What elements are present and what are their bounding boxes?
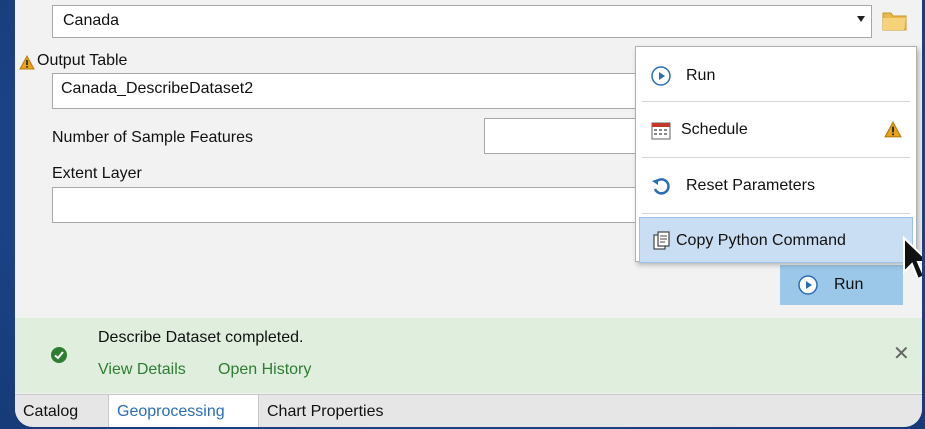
status-message: Describe Dataset completed. <box>98 329 304 346</box>
menu-separator <box>642 213 910 214</box>
menu-item-label: Reset Parameters <box>686 177 815 194</box>
geoprocessing-pane: Canada Output Table Canada_DescribeDatas… <box>15 0 922 427</box>
folder-icon[interactable] <box>882 9 908 31</box>
run-button-label: Run <box>834 276 864 293</box>
pane-tabs: Catalog Geoprocessing Chart Properties <box>15 394 922 427</box>
extent-layer-label: Extent Layer <box>52 165 142 182</box>
menu-separator <box>642 157 910 158</box>
chevron-down-icon[interactable] <box>857 16 865 22</box>
menu-separator <box>642 101 910 102</box>
menu-item-copy-python-command[interactable]: Copy Python Command <box>639 217 913 263</box>
warning-icon <box>19 55 35 70</box>
tab-geoprocessing[interactable]: Geoprocessing <box>109 395 259 427</box>
open-history-link[interactable]: Open History <box>218 361 311 379</box>
menu-item-label: Copy Python Command <box>676 232 846 249</box>
input-dataset-value: Canada <box>63 12 120 29</box>
menu-item-label: Run <box>686 67 716 84</box>
tab-catalog[interactable]: Catalog <box>15 395 109 427</box>
status-notification: Describe Dataset completed. View Details… <box>15 318 922 393</box>
close-icon[interactable]: ✕ <box>893 341 910 366</box>
run-context-menu: Run Schedule Reset Parameters Copy Pytho… <box>635 46 917 263</box>
warning-icon <box>884 121 902 138</box>
output-table-value: Canada_DescribeDataset2 <box>61 80 254 97</box>
view-details-link[interactable]: View Details <box>98 361 186 379</box>
run-icon <box>798 275 818 295</box>
reset-icon <box>652 178 670 195</box>
sample-features-label: Number of Sample Features <box>52 129 253 146</box>
menu-item-schedule[interactable]: Schedule <box>639 107 913 153</box>
output-table-input[interactable]: Canada_DescribeDataset2 <box>52 73 652 109</box>
mouse-cursor-icon <box>903 236 922 281</box>
output-table-label: Output Table <box>37 52 128 69</box>
sample-features-input[interactable] <box>484 118 652 154</box>
input-dataset-combobox[interactable]: Canada <box>52 5 872 38</box>
menu-item-label: Schedule <box>681 121 748 138</box>
run-button[interactable]: Run <box>780 265 903 305</box>
menu-item-reset-parameters[interactable]: Reset Parameters <box>639 163 913 209</box>
copy-icon <box>653 231 670 250</box>
run-icon <box>651 66 671 86</box>
menu-item-run[interactable]: Run <box>639 53 913 99</box>
calendar-icon <box>651 122 671 140</box>
extent-layer-input[interactable] <box>52 187 652 223</box>
tab-chart-properties[interactable]: Chart Properties <box>259 395 415 427</box>
checkmark-icon <box>51 347 67 363</box>
